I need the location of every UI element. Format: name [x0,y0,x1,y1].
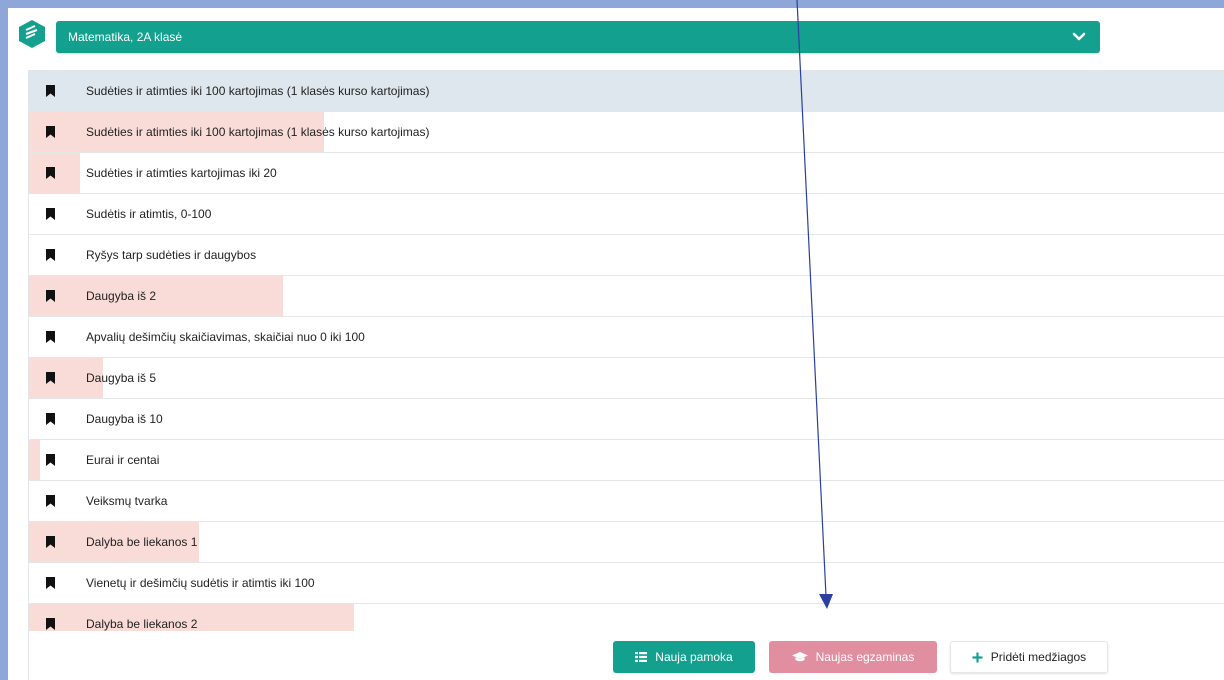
bookmark-icon [46,249,55,261]
lesson-row[interactable]: Ryšys tarp sudėties ir daugybos [29,235,1224,276]
bookmark-icon [46,331,55,343]
lesson-list: Sudėties ir atimties iki 100 kartojimas … [28,70,1224,680]
new-lesson-label: Nauja pamoka [655,650,733,664]
bookmark-icon [46,454,55,466]
bookmark-icon [46,126,55,138]
app-frame: Matematika, 2A klasė Sudėties ir atimtie… [8,8,1224,680]
bookmark-icon [46,577,55,589]
lesson-row[interactable]: Sudėties ir atimties kartojimas iki 20 [29,153,1224,194]
lesson-progress-fill [29,440,40,480]
new-exam-label: Naujas egzaminas [815,650,915,664]
chevron-down-icon[interactable] [1072,30,1086,44]
bookmark-icon [46,413,55,425]
lesson-title: Daugyba iš 5 [86,371,157,385]
action-bar: Nauja pamoka Naujas egzaminas Pridėti me… [29,631,1224,680]
lesson-title: Sudėtis ir atimtis, 0-100 [86,207,212,221]
bookmark-icon [46,536,55,548]
lesson-row[interactable]: Eurai ir centai [29,440,1224,481]
lesson-row[interactable]: Apvalių dešimčių skaičiavimas, skaičiai … [29,317,1224,358]
bookmark-icon [46,208,55,220]
lesson-title: Veiksmų tvarka [86,494,168,508]
bookmark-icon [46,290,55,302]
lesson-title: Eurai ir centai [86,453,160,467]
graduation-cap-icon [791,652,808,662]
lesson-title: Sudėties ir atimties iki 100 kartojimas … [86,84,430,98]
lesson-row[interactable]: Sudėties ir atimties iki 100 kartojimas … [29,71,1224,112]
lesson-title: Vienetų ir dešimčių sudėtis ir atimtis i… [86,576,315,590]
course-dropdown[interactable]: Matematika, 2A klasė [56,21,1100,53]
add-material-label: Pridėti medžiagos [990,650,1087,664]
lesson-row[interactable]: Sudėtis ir atimtis, 0-100 [29,194,1224,235]
bookmark-icon [46,167,55,179]
header: Matematika, 2A klasė [8,8,1224,68]
bookmark-icon [46,618,55,630]
lesson-row[interactable]: Dalyba be liekanos 1 [29,522,1224,563]
lesson-title: Dalyba be liekanos 2 [86,617,198,631]
lesson-title: Daugyba iš 2 [86,289,157,303]
course-dropdown-label: Matematika, 2A klasė [68,30,183,44]
lesson-title: Apvalių dešimčių skaičiavimas, skaičiai … [86,330,365,344]
bookmark-icon [46,85,55,97]
lesson-title: Dalyba be liekanos 1 [86,535,198,549]
list-icon [635,652,648,662]
lesson-row[interactable]: Sudėties ir atimties iki 100 kartojimas … [29,112,1224,153]
bookmark-icon [46,495,55,507]
lesson-row[interactable]: Veiksmų tvarka [29,481,1224,522]
lesson-title: Sudėties ir atimties iki 100 kartojimas … [86,125,430,139]
new-lesson-button[interactable]: Nauja pamoka [613,641,755,673]
lesson-row[interactable]: Daugyba iš 10 [29,399,1224,440]
lesson-row[interactable]: Vienetų ir dešimčių sudėtis ir atimtis i… [29,563,1224,604]
lesson-title: Daugyba iš 10 [86,412,163,426]
bookmark-icon [46,372,55,384]
new-exam-button[interactable]: Naujas egzaminas [769,641,937,673]
lesson-title: Ryšys tarp sudėties ir daugybos [86,248,257,262]
cube-logo-icon[interactable] [19,20,45,48]
lesson-row[interactable]: Daugyba iš 2 [29,276,1224,317]
add-material-button[interactable]: Pridėti medžiagos [950,641,1108,673]
lesson-row[interactable]: Daugyba iš 5 [29,358,1224,399]
lesson-title: Sudėties ir atimties kartojimas iki 20 [86,166,277,180]
plus-icon [972,652,983,662]
